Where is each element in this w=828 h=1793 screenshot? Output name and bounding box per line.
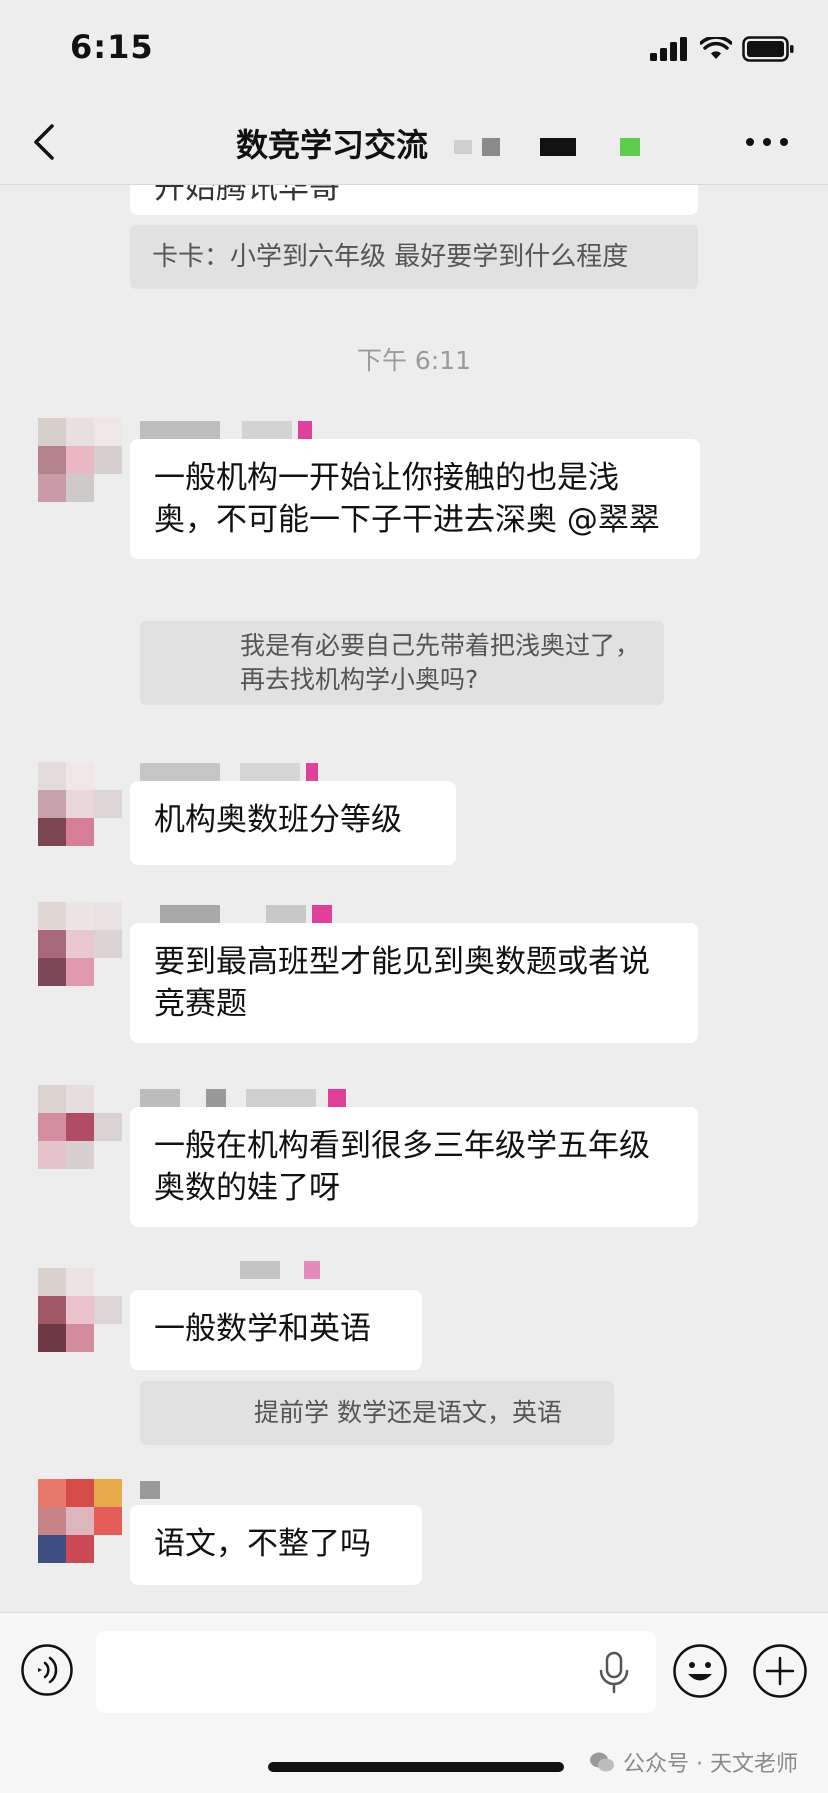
message-text: 一般机构一开始让你接触的也是浅奥，不可能一下子干进去深奥 @翠翠 [154,460,660,538]
message-text: 开始腾讯华哥 [154,185,340,206]
quoted-message[interactable]: 我是有必要自己先带着把浅奥过了，再去找机构学小奥吗? [140,621,664,705]
message-input[interactable] [96,1631,656,1713]
quoted-text: 我是有必要自己先带着把浅奥过了，再去找机构学小奥吗? [240,631,641,694]
status-icons [650,36,794,62]
message-bubble[interactable]: 要到最高班型才能见到奥数题或者说竞赛题 [130,923,698,1043]
message-text: 一般数学和英语 [154,1311,371,1347]
message-bubble[interactable]: 语文，不整了吗 [130,1505,422,1585]
message-text: 一般在机构看到很多三年级学五年级奥数的娃了呀 [154,1128,650,1206]
title-green-dot [620,138,640,156]
chat-title: 数竞学习交流 [236,126,429,164]
message-bubble[interactable]: 一般数学和英语 [130,1290,422,1370]
more-options-icon[interactable] [742,122,792,162]
watermark: 公众号 · 天文老师 [589,1746,798,1778]
nav-bar: 数竞学习交流 [0,100,828,185]
microphone-icon[interactable] [596,1651,632,1695]
sender-name-blur [160,904,332,924]
sender-name-blur [240,1260,320,1280]
quoted-message[interactable]: 提前学 数学还是语文，英语 [140,1381,614,1445]
quoted-message[interactable]: 卡卡：小学到六年级 最好要学到什么程度 [130,225,698,289]
quoted-text: 卡卡：小学到六年级 最好要学到什么程度 [152,242,629,272]
voice-mode-icon[interactable] [20,1643,74,1697]
wechat-logo-icon [590,1752,615,1772]
status-bar: 6:15 [0,0,828,100]
sender-name-blur [140,762,318,782]
message-bubble-partial[interactable]: 开始腾讯华哥 [130,185,698,215]
time-divider: 下午 6:11 [356,346,472,375]
avatar[interactable] [38,1479,122,1563]
message-bubble[interactable]: 一般机构一开始让你接触的也是浅奥，不可能一下子干进去深奥 @翠翠 [130,439,700,559]
sender-name-blur [140,420,312,440]
avatar[interactable] [38,902,122,986]
avatar[interactable] [38,1085,122,1169]
back-arrow-icon[interactable] [26,118,66,166]
home-indicator [268,1762,564,1772]
sender-name-blur [140,1088,346,1108]
watermark-text: 公众号 · 天文老师 [623,1752,798,1777]
quoted-text: 提前学 数学还是语文，英语 [254,1398,562,1427]
status-time: 6:15 [70,28,154,66]
emoji-icon[interactable] [672,1643,728,1699]
cellular-signal-icon [650,37,687,61]
avatar[interactable] [38,1268,122,1352]
title-redaction-blur [440,138,580,156]
sender-name-blur [140,1480,160,1500]
message-text: 机构奥数班分等级 [154,802,402,838]
more-functions-plus-icon[interactable] [752,1643,808,1699]
message-text: 要到最高班型才能见到奥数题或者说竞赛题 [154,944,650,1022]
avatar[interactable] [38,762,122,846]
message-bubble[interactable]: 机构奥数班分等级 [130,781,456,865]
wifi-icon [700,37,732,59]
message-bubble[interactable]: 一般在机构看到很多三年级学五年级奥数的娃了呀 [130,1107,698,1227]
chat-message-list[interactable]: 开始腾讯华哥 卡卡：小学到六年级 最好要学到什么程度 下午 6:11 一般机构一… [0,185,828,1615]
battery-icon [742,36,794,62]
message-text: 语文，不整了吗 [154,1526,371,1562]
avatar[interactable] [38,418,122,502]
